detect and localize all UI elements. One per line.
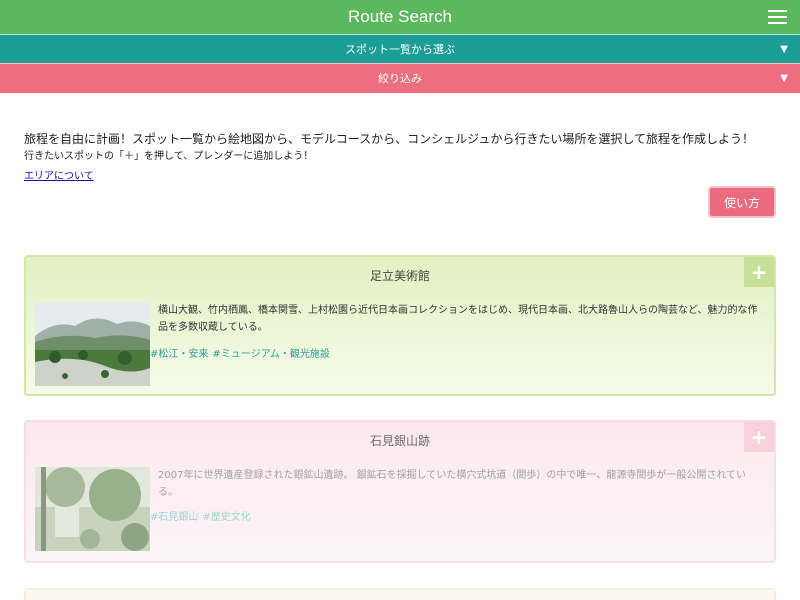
spot-card: 足立美術館 + 横山大観、竹内栖鳳、橋本関雪、上村松園ら近代日本画コレクションを… [24,255,776,396]
spot-description: 横山大観、竹内栖鳳、橋本関雪、上村松園ら近代日本画コレクションをはじめ、現代日本… [158,305,758,333]
tag-link[interactable]: #松江・安来 [150,349,208,360]
tag-link[interactable]: #石見銀山 [150,512,198,523]
spot-list-label: スポット一覧から選ぶ [345,43,455,56]
area-info-link[interactable]: エリアについて [24,170,94,184]
tag-link[interactable]: #ミュージアム・観光施設 [212,349,329,360]
add-spot-button[interactable]: + [744,422,774,452]
spot-card: 石見銀山跡 + 2007年に世界遺産登録された銀鉱山遺跡。 銀鉱石を採掘していた… [24,420,776,563]
app-title: Route Search [348,7,452,26]
spot-card [24,588,776,600]
intro-text: 旅程を自由に計画！スポット一覧から絵地図から、モデルコースから、コンシェルジュか… [24,132,754,146]
spot-name: 足立美術館 [369,269,430,283]
howto-button[interactable]: 使い方 [710,188,774,216]
app-header: Route Search [0,0,800,34]
spot-description: 2007年に世界遺産登録された銀鉱山遺跡。 銀鉱石を採掘していた横穴式坑道（間歩… [158,470,747,498]
spot-photo [35,467,150,551]
chevron-down-icon: ▼ [780,73,788,84]
intro-section: 旅程を自由に計画！スポット一覧から絵地図から、モデルコースから、コンシェルジュか… [24,131,784,184]
hamburger-menu-icon[interactable] [768,10,787,24]
filter-toggle[interactable]: 絞り込み ▼ [0,63,800,93]
spot-tags: #石見銀山 #歴史文化 [150,508,255,523]
spot-list-toggle[interactable]: スポット一覧から選ぶ ▼ [0,34,800,63]
spot-tags: #松江・安来 #ミュージアム・観光施設 [150,345,334,360]
spot-photo [35,302,150,386]
chevron-down-icon: ▼ [780,44,788,55]
tag-link[interactable]: #歴史文化 [202,512,250,523]
intro-subtext: 行きたいスポットの「＋」を押して、プレンダーに追加しよう！ [24,151,314,162]
add-spot-button[interactable]: + [744,257,774,287]
spot-name: 石見銀山跡 [369,434,430,448]
filter-label: 絞り込み [378,72,422,85]
